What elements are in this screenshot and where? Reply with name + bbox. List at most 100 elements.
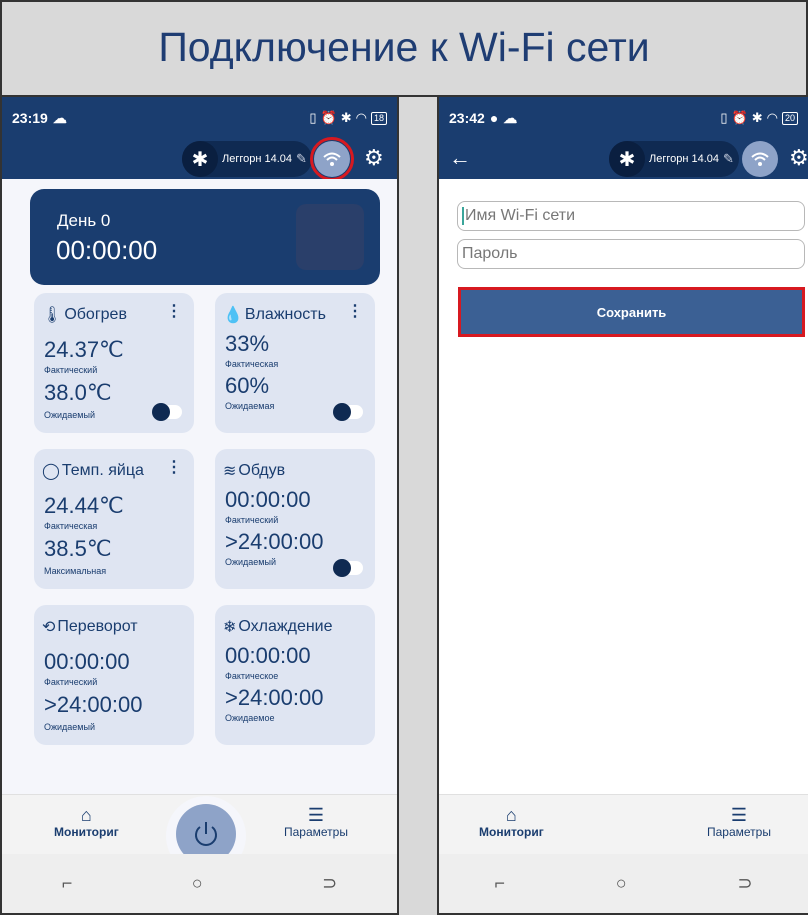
wifi-button[interactable] (314, 141, 350, 177)
nav-parameters-label: Параметры (707, 825, 771, 839)
gear-icon[interactable]: ⚙ (789, 145, 808, 171)
ssid-placeholder: Имя Wi-Fi сети (465, 207, 575, 224)
nav-monitoring-label: Мониториг (479, 825, 544, 839)
list-indent-icon: ☰ (307, 805, 325, 825)
egg-temp-actual-label: Фактическая (44, 521, 98, 531)
cooling-expected: >24:00:00 (225, 685, 324, 710)
edit-pencil-icon[interactable]: ✎ (296, 151, 307, 167)
bluetooth-icon[interactable]: ✱ (182, 141, 218, 177)
device-name: Леггорн 14.04 (649, 153, 720, 165)
card-humidity-header: 💧 Влажность (223, 305, 326, 325)
card-turning[interactable]: ⟲ Переворот 00:00:00 Фактический >24:00:… (34, 605, 194, 745)
home-circle-icon[interactable]: ○ (616, 873, 627, 894)
home-circle-icon[interactable]: ○ (192, 873, 203, 894)
day-label: День 0 (57, 211, 111, 230)
card-airflow-title: Обдув (238, 462, 286, 479)
back-arrow-icon[interactable]: ← (449, 145, 471, 171)
card-egg-temp[interactable]: ◯ Темп. яйца ⋮ 24.44℃ Фактическая 38.5℃ … (34, 449, 194, 589)
wifi-status-icon: ◠ (766, 110, 778, 125)
snowflake-icon: ❄ (223, 619, 237, 636)
card-egg-temp-title: Темп. яйца (61, 462, 144, 479)
save-button[interactable]: Сохранить (458, 287, 805, 337)
wifi-form: Имя Wi-Fi сети Пароль Сохранить (439, 179, 808, 794)
home-icon: ⌂ (505, 805, 517, 825)
back-icon[interactable]: ⊃ (322, 873, 337, 894)
turning-expected-label: Ожидаемый (44, 722, 95, 732)
status-time: 23:42 (449, 110, 485, 126)
back-icon[interactable]: ⊃ (737, 873, 752, 894)
card-humidity[interactable]: 💧 Влажность ⋮ 33% Фактическая 60% Ожидае… (215, 293, 375, 433)
nav-monitoring-label: Мониториг (54, 825, 119, 839)
bluetooth-status-icon: ✱ (751, 110, 763, 125)
more-menu-icon[interactable]: ⋮ (166, 301, 182, 321)
password-input[interactable]: Пароль (457, 239, 805, 269)
nav-monitoring[interactable]: ⌂ Мониториг (54, 805, 119, 839)
egg-temp-expected-label: Максимальная (44, 566, 107, 576)
humidity-toggle[interactable] (333, 403, 363, 421)
heating-expected-label: Ожидаемый (44, 410, 95, 420)
card-cooling-header: ❄ Охлаждение (223, 617, 333, 637)
device-pill[interactable]: ✱ Леггорн 14.04 ✎ (182, 141, 312, 177)
egg-temp-expected: 38.5℃ (44, 536, 112, 561)
bluetooth-icon[interactable]: ✱ (609, 141, 645, 177)
cloud-icon: ☁ (52, 109, 67, 126)
card-turning-header: ⟲ Переворот (42, 617, 138, 637)
card-airflow[interactable]: ≋ Обдув 00:00:00 Фактический >24:00:00 О… (215, 449, 375, 589)
phone-screen-monitoring: 23:19 ☁ ▯ ⏰ ✱ ◠ 18 ✱ Леггорн 14.04 ✎ ⚙ Д… (0, 95, 399, 915)
card-heating-title: Обогрев (64, 306, 127, 323)
status-time-group: 23:42 ● ☁ (449, 110, 517, 127)
home-icon: ⌂ (80, 805, 92, 825)
wifi-icon (323, 152, 341, 166)
vibrate-icon: ▯ (720, 110, 728, 125)
heating-expected: 38.0℃ (44, 380, 112, 405)
droplet-icon: 💧 (223, 307, 243, 324)
more-menu-icon[interactable]: ⋮ (166, 457, 182, 477)
status-bar: 23:42 ● ☁ ▯ ⏰ ✱ ◠ 20 (439, 97, 808, 139)
airflow-expected: >24:00:00 (225, 529, 324, 554)
monitoring-content: День 0 00:00:00 🌡 Обогрев ⋮ 24.37℃ Факти… (2, 179, 397, 794)
egg-thermometer-icon: ◯ (42, 463, 60, 480)
card-cooling[interactable]: ❄ Охлаждение 00:00:00 Фактическое >24:00… (215, 605, 375, 745)
status-icons: ▯ ⏰ ✱ ◠ 18 (309, 110, 387, 126)
card-turning-title: Переворот (57, 618, 138, 635)
nav-monitoring[interactable]: ⌂ Мониториг (479, 805, 544, 839)
heating-toggle[interactable] (152, 403, 182, 421)
edit-pencil-icon[interactable]: ✎ (723, 151, 734, 167)
recents-icon[interactable]: ⌐ (494, 873, 505, 894)
phone-screen-wifi: 23:42 ● ☁ ▯ ⏰ ✱ ◠ 20 ← ✱ Леггорн 14.04 ✎… (437, 95, 808, 915)
list-indent-icon: ☰ (730, 805, 748, 825)
status-icons: ▯ ⏰ ✱ ◠ 20 (720, 110, 798, 126)
bottom-nav: ⌂ Мониториг ☰ Параметры (2, 794, 397, 876)
more-menu-icon[interactable]: ⋮ (347, 301, 363, 321)
humidity-expected: 60% (225, 373, 270, 398)
device-name: Леггорн 14.04 (222, 153, 293, 165)
wifi-button[interactable] (742, 141, 778, 177)
rotate-icon: ⟲ (42, 619, 56, 636)
cooling-actual: 00:00:00 (225, 643, 311, 668)
day-time: 00:00:00 (56, 235, 158, 265)
device-pill[interactable]: ✱ Леггорн 14.04 ✎ (609, 141, 739, 177)
humidity-actual-label: Фактическая (225, 359, 279, 369)
card-egg-temp-header: ◯ Темп. яйца (42, 461, 144, 481)
app-toolbar: ✱ Леггорн 14.04 ✎ ⚙ (2, 137, 397, 181)
nav-parameters[interactable]: ☰ Параметры (707, 805, 771, 839)
airflow-toggle[interactable] (333, 559, 363, 577)
status-time-group: 23:19 ☁ (12, 110, 67, 127)
alarm-icon: ⏰ (320, 110, 337, 125)
airflow-actual: 00:00:00 (225, 487, 311, 512)
turning-actual: 00:00:00 (44, 649, 130, 674)
heating-actual: 24.37℃ (44, 337, 124, 362)
heating-actual-label: Фактический (44, 365, 98, 375)
recents-icon[interactable]: ⌐ (62, 873, 73, 894)
nav-parameters[interactable]: ☰ Параметры (284, 805, 348, 839)
card-cooling-title: Охлаждение (238, 618, 333, 635)
app-toolbar: ← ✱ Леггорн 14.04 ✎ ⚙ (439, 139, 808, 179)
wind-icon: ≋ (223, 463, 237, 480)
card-heating[interactable]: 🌡 Обогрев ⋮ 24.37℃ Фактический 38.0℃ Ожи… (34, 293, 194, 433)
turning-expected: >24:00:00 (44, 692, 143, 717)
ssid-input[interactable]: Имя Wi-Fi сети (457, 201, 805, 231)
gear-icon[interactable]: ⚙ (364, 145, 384, 171)
day-card: День 0 00:00:00 (30, 189, 380, 285)
humidity-actual: 33% (225, 331, 270, 356)
nav-parameters-label: Параметры (284, 825, 348, 839)
